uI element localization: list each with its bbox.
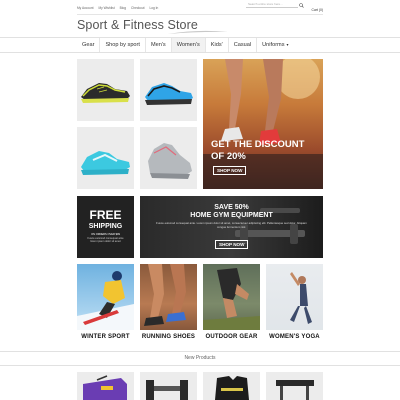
category-tile-running-shoes[interactable]: RUNNING SHOES (140, 264, 197, 344)
discount-line-1: GET THE DISCOUNT (211, 139, 305, 150)
weight-bench-image (276, 380, 314, 400)
search-box[interactable]: Search entire store here... (246, 2, 304, 10)
nav-item-kids[interactable]: Kids' (204, 38, 228, 52)
chevron-down-icon: ▾ (286, 42, 289, 47)
category-label-winter-sport: WINTER SPORT (77, 330, 134, 344)
main-navigation: Gear Shop by sport Men's Women's Kids' C… (0, 37, 400, 53)
free-shipping-banner[interactable]: FREE SHIPPING ON ORDERS OVER $99 Fusce e… (77, 196, 134, 258)
section-divider-bottom (0, 365, 400, 366)
search-input[interactable]: Search entire store here... (248, 2, 283, 6)
dumbbell-set-image (146, 380, 188, 400)
category-tile-winter-sport[interactable]: WINTER SPORT (77, 264, 134, 344)
new-product-tile-3[interactable] (203, 372, 260, 400)
category-tile-womens-yoga[interactable]: WOMEN'S YOGA (266, 264, 323, 344)
new-product-tile-1[interactable] (77, 372, 134, 400)
nav-item-casual[interactable]: Casual (227, 38, 256, 52)
shipping-subtext-small: ON ORDERS OVER $99 (91, 233, 120, 236)
shipping-subtext: Fusce euismod consequat ante lorem ipsum… (87, 237, 124, 244)
nav-item-uniforms[interactable]: Uniforms ▾ (256, 38, 293, 52)
homegym-line-1: SAVE 50% (214, 204, 249, 211)
cart-link[interactable]: Cart (0) (312, 8, 324, 12)
homegym-subtext: Fusce euismod consequat ante. Lorem ipsu… (156, 221, 307, 229)
discount-shop-now-button[interactable]: SHOP NOW (213, 166, 247, 175)
account-links: My Account My Wishlist Blog Checkout Log… (77, 6, 158, 10)
section-divider-top (0, 351, 400, 352)
link-my-account[interactable]: My Account (77, 6, 93, 10)
discount-banner[interactable]: GET THE DISCOUNT OF 20% SHOP NOW (203, 59, 323, 189)
new-product-tile-4[interactable] (266, 372, 323, 400)
category-label-womens-yoga: WOMEN'S YOGA (266, 330, 323, 344)
black-running-shoe-image (81, 83, 130, 103)
home-gym-banner[interactable]: SAVE 50% HOME GYM EQUIPMENT Fusce euismo… (140, 196, 323, 258)
discount-line-2: OF 20% (211, 151, 246, 162)
nav-item-uniforms-label: Uniforms (262, 42, 285, 48)
new-products-title: New Products (184, 355, 216, 361)
link-my-wishlist[interactable]: My Wishlist (98, 6, 114, 10)
weight-vest-image (215, 376, 249, 400)
yoga-pose-image (290, 272, 312, 324)
purple-gym-bag-image (83, 375, 127, 400)
nav-item-womens[interactable]: Women's (170, 38, 205, 52)
outdoor-runner-image (203, 268, 260, 330)
snowboarder-image (77, 271, 134, 330)
blue-running-shoe-image (145, 83, 193, 105)
homegym-line-2: HOME GYM EQUIPMENT (190, 212, 273, 219)
category-label-outdoor-gear: OUTDOOR GEAR (203, 330, 260, 344)
top-bar: My Account My Wishlist Blog Checkout Log… (77, 2, 323, 14)
category-tile-outdoor-gear[interactable]: OUTDOOR GEAR (203, 264, 260, 344)
logo-swoosh-icon (168, 30, 228, 34)
search-underline (246, 7, 298, 8)
nav-item-shop-by-sport[interactable]: Shop by sport (99, 38, 145, 52)
top-divider (77, 14, 323, 15)
product-tile-shoe-black[interactable] (77, 59, 134, 121)
link-checkout[interactable]: Checkout (131, 6, 144, 10)
cyan-running-shoe-image (81, 151, 130, 175)
search-icon[interactable] (299, 3, 304, 8)
running-legs-image (144, 264, 186, 326)
shipping-line-1: FREE (89, 208, 122, 222)
nav-item-gear[interactable]: Gear (77, 38, 99, 52)
category-label-running-shoes: RUNNING SHOES (140, 330, 197, 344)
link-blog[interactable]: Blog (120, 6, 126, 10)
product-tile-shoe-blue[interactable] (140, 59, 197, 121)
grey-running-shoe-image (148, 143, 192, 179)
homegym-shop-now-button[interactable]: SHOP NOW (215, 240, 249, 249)
link-log-in[interactable]: Log In (149, 6, 158, 10)
product-tile-shoe-cyan[interactable] (77, 127, 134, 189)
shipping-line-2: SHIPPING (88, 223, 123, 230)
new-product-tile-2[interactable] (140, 372, 197, 400)
product-tile-shoe-grey[interactable] (140, 127, 197, 189)
nav-item-mens[interactable]: Men's (144, 38, 171, 52)
